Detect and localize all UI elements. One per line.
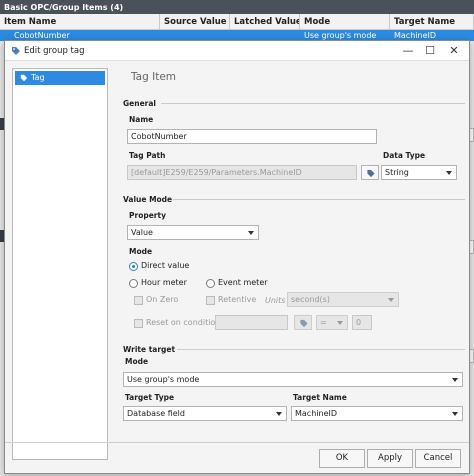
divider xyxy=(177,349,465,350)
checkbox-icon xyxy=(134,319,143,328)
checkbox-label: Retentive xyxy=(218,295,257,304)
section-value-mode: Value Mode xyxy=(123,195,469,204)
data-type-label: Data Type xyxy=(383,151,426,160)
dialog-title: Edit group tag xyxy=(24,46,85,56)
property-dropdown[interactable]: Value xyxy=(127,225,259,240)
panel-header: Tag Item xyxy=(131,71,177,83)
table-header: Item Name Source Value Latched Value Mod… xyxy=(0,14,474,30)
cancel-button[interactable]: Cancel xyxy=(415,449,461,468)
operator-value: = xyxy=(320,318,327,327)
apply-button[interactable]: Apply xyxy=(367,449,413,468)
property-label: Property xyxy=(129,211,166,220)
chevron-down-icon xyxy=(276,412,282,416)
radio-icon xyxy=(206,279,215,288)
divider xyxy=(161,103,465,104)
checkbox-icon xyxy=(134,296,143,305)
section-title: General xyxy=(123,99,156,108)
radio-label: Direct value xyxy=(141,261,190,270)
dialog-titlebar[interactable]: Edit group tag — ☐ ✕ xyxy=(5,41,469,61)
target-type-value: Database field xyxy=(127,409,185,418)
tag-icon xyxy=(300,319,308,328)
column-header[interactable]: Mode xyxy=(300,14,390,29)
tag-icon xyxy=(20,74,28,82)
data-type-value: String xyxy=(385,168,409,177)
tag-tree: Tag xyxy=(12,68,108,460)
tree-item-label: Tag xyxy=(31,73,45,82)
section-title: Value Mode xyxy=(123,195,173,204)
tag-path-field[interactable]: [default]E259/E259/Parameters.MachineID xyxy=(127,165,357,180)
reset-condition-field[interactable] xyxy=(215,315,288,330)
target-type-label: Target Type xyxy=(125,393,175,402)
checkbox-label: On Zero xyxy=(146,295,179,304)
column-header[interactable]: Item Name xyxy=(0,14,160,29)
radio-label: Event meter xyxy=(218,278,268,287)
operator-dropdown[interactable]: = xyxy=(316,315,348,330)
radio-icon xyxy=(129,279,138,288)
reset-number-field[interactable]: 0 xyxy=(352,315,372,330)
target-name-dropdown[interactable]: MachineID xyxy=(291,406,463,421)
chevron-down-icon xyxy=(248,231,254,235)
chevron-down-icon xyxy=(388,298,394,302)
tree-item-tag[interactable]: Tag xyxy=(15,71,105,85)
column-header[interactable]: Source Value xyxy=(160,14,230,29)
checkbox-label: Reset on condition: xyxy=(146,318,224,327)
section-general: General xyxy=(123,99,469,108)
mode-label: Mode xyxy=(129,247,153,256)
write-mode-label: Mode xyxy=(125,357,149,366)
column-header[interactable]: Latched Value xyxy=(230,14,300,29)
panel-title: Basic OPC/Group Items (4) xyxy=(0,0,474,14)
chevron-down-icon xyxy=(452,378,458,382)
tag-icon xyxy=(12,47,20,55)
name-field[interactable]: CobotNumber xyxy=(127,129,377,144)
column-header[interactable]: Target Name xyxy=(390,14,474,29)
tag-item-panel: Tag Item General Name CobotNumber Tag Pa… xyxy=(117,61,469,465)
minimize-button[interactable]: — xyxy=(397,43,419,59)
units-value: second(s) xyxy=(291,295,330,304)
name-label: Name xyxy=(129,115,154,124)
maximize-button[interactable]: ☐ xyxy=(419,43,441,59)
ok-button[interactable]: OK xyxy=(319,449,365,468)
tag-path-label: Tag Path xyxy=(129,151,166,160)
edit-group-tag-dialog: Edit group tag — ☐ ✕ Tag Tag Item Genera… xyxy=(4,40,470,474)
section-write-target: Write target xyxy=(123,345,469,354)
section-title: Write target xyxy=(123,345,176,354)
units-dropdown[interactable]: second(s) xyxy=(287,292,399,307)
target-type-dropdown[interactable]: Database field xyxy=(123,406,287,421)
write-mode-value: Use group's mode xyxy=(127,375,200,384)
checkbox-icon xyxy=(206,296,215,305)
tag-browse-button[interactable] xyxy=(361,165,379,180)
chevron-down-icon xyxy=(446,171,452,175)
target-name-value: MachineID xyxy=(295,409,338,418)
divider xyxy=(173,199,465,200)
property-value: Value xyxy=(131,228,153,237)
footer-divider xyxy=(5,442,469,443)
tag-icon xyxy=(367,169,375,178)
write-mode-dropdown[interactable]: Use group's mode xyxy=(123,372,463,387)
target-name-label: Target Name xyxy=(293,393,347,402)
units-label: Units xyxy=(265,296,286,305)
data-type-dropdown[interactable]: String xyxy=(381,165,457,180)
radio-selected-icon xyxy=(129,262,138,271)
reset-tag-browse-button[interactable] xyxy=(294,315,312,330)
chevron-down-icon xyxy=(452,412,458,416)
radio-label: Hour meter xyxy=(141,278,187,287)
chevron-down-icon xyxy=(337,321,343,325)
close-button[interactable]: ✕ xyxy=(443,43,465,59)
